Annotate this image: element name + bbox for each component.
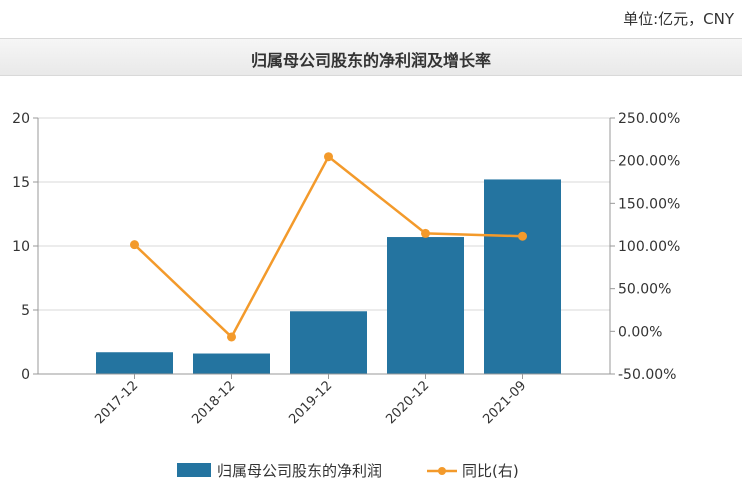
bar-series (96, 179, 561, 374)
x-tick-label: 2019-12 (286, 378, 335, 427)
y-right-tick-label: 100.00% (618, 239, 680, 255)
bar (387, 237, 464, 374)
growth-point (421, 228, 430, 238)
bar (193, 353, 270, 374)
y-left-tick-label: 15 (12, 175, 30, 191)
y-right-tick-label: 0.00% (618, 324, 662, 340)
y-right-tick-label: 200.00% (618, 154, 680, 170)
tick-labels: 0 5 10 15 20 -50.00% 0.00% 50.00% 100.00% 150.00%… (12, 111, 680, 427)
x-tick-label: 2018-12 (189, 378, 238, 427)
growth-point (130, 240, 139, 250)
y-right-tick-label: 150.00% (618, 196, 680, 212)
growth-point (518, 231, 527, 241)
bar (484, 179, 561, 374)
legend-label-bar: 归属母公司股东的净利润 (217, 462, 382, 480)
y-right-tick-label: -50.00% (618, 367, 676, 383)
legend[interactable]: 归属母公司股东的净利润 同比(右) (177, 462, 519, 480)
legend-label-line: 同比(右) (462, 462, 519, 480)
legend-swatch-marker (438, 467, 446, 475)
legend-swatch-bar (177, 463, 211, 477)
y-left-tick-label: 10 (12, 239, 30, 255)
y-left-tick-label: 5 (21, 303, 30, 319)
x-tick-label: 2020-12 (383, 378, 432, 427)
growth-point (324, 152, 333, 162)
x-tick-label: 2017-12 (92, 378, 141, 427)
y-left-tick-label: 20 (12, 111, 30, 127)
bar (96, 352, 173, 374)
y-right-tick-label: 250.00% (618, 111, 680, 127)
y-right-tick-label: 50.00% (618, 282, 671, 298)
growth-point (227, 332, 236, 342)
y-left-tick-label: 0 (21, 367, 30, 383)
chart-canvas: 0 5 10 15 20 -50.00% 0.00% 50.00% 100.00% 150.00%… (12, 111, 680, 480)
bar (290, 311, 367, 374)
x-tick-label: 2021-09 (480, 378, 529, 427)
